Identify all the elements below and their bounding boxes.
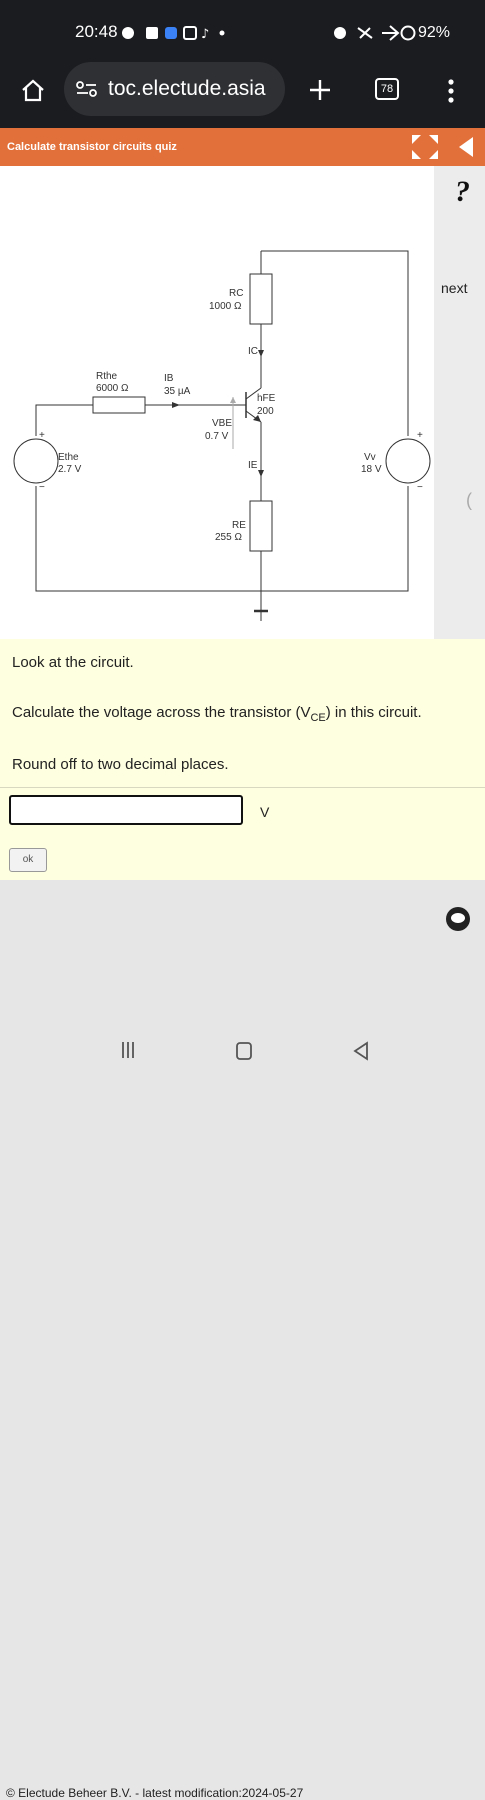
fullscreen-icon[interactable] [410,133,440,161]
system-icons [334,25,400,41]
nav-back-icon[interactable] [352,1041,370,1061]
rc-label: RC [229,288,244,299]
answer-input[interactable] [9,795,243,825]
unit-label: V [260,804,270,820]
rc-value: 1000 Ω [209,301,242,312]
next-button[interactable]: next [441,280,467,296]
vv-value: 18 V [361,464,382,475]
vv-minus: − [417,482,423,493]
battery-icon [400,25,416,41]
ethe-plus: + [39,430,45,441]
url-text[interactable]: toc.electude.asia [108,77,266,101]
re-value: 255 Ω [215,532,242,543]
question-text: Calculate the voltage across the transis… [12,704,422,724]
hfe-value: 200 [257,406,274,417]
ok-button[interactable]: ok [9,848,47,872]
question-intro: Look at the circuit. [12,654,134,671]
nav-home-icon[interactable] [235,1041,253,1061]
status-bar: 20:48 ♪ 92% [0,0,485,58]
vbe-value: 0.7 V [205,431,229,442]
rounding-instruction: Round off to two decimal places. [12,756,229,773]
collapse-handle-icon[interactable]: ( [466,490,472,511]
vbe-label: VBE [212,418,233,429]
tab-switcher-button[interactable]: 78 [375,78,399,100]
hfe-label: hFE [257,393,276,404]
back-arrow-icon[interactable] [457,136,475,158]
help-button[interactable]: ? [455,175,470,209]
ib-value: 35 µA [164,386,191,397]
home-icon[interactable] [20,78,46,102]
site-settings-icon[interactable] [76,80,98,98]
ethe-minus: − [39,482,45,493]
status-time: 20:48 [75,22,118,41]
svg-text:♪: ♪ [201,27,209,40]
ie-label: IE [248,460,258,471]
ib-label: IB [164,373,174,384]
page-footer: © Electude Beheer B.V. - latest modifica… [0,880,485,1800]
ethe-value: 2.7 V [58,464,82,475]
ethe-label: Ethe [58,452,79,463]
vv-plus: + [417,430,423,441]
re-label: RE [232,520,246,531]
new-tab-icon[interactable] [308,78,332,102]
ok-row [0,838,485,880]
quiz-title: Calculate transistor circuits quiz [7,141,177,153]
ic-label: IC [248,346,258,357]
notification-icons: ♪ [122,26,225,40]
menu-icon[interactable] [446,78,456,104]
chat-assistant-icon[interactable] [445,906,471,932]
rthe-value: 6000 Ω [96,383,129,394]
copyright-text: © Electude Beheer B.V. - latest modifica… [6,1786,304,1800]
circuit-schematic [13,250,431,621]
question-text-pre: Calculate the voltage across the transis… [12,704,311,721]
vv-label: Vv [364,452,376,463]
battery-level: 92% [418,24,451,41]
side-panel [434,166,485,639]
rthe-label: Rthe [96,371,118,382]
recent-apps-icon[interactable] [120,1040,136,1060]
question-text-sub: CE [310,712,326,724]
question-text-post: ) in this circuit. [325,704,422,721]
